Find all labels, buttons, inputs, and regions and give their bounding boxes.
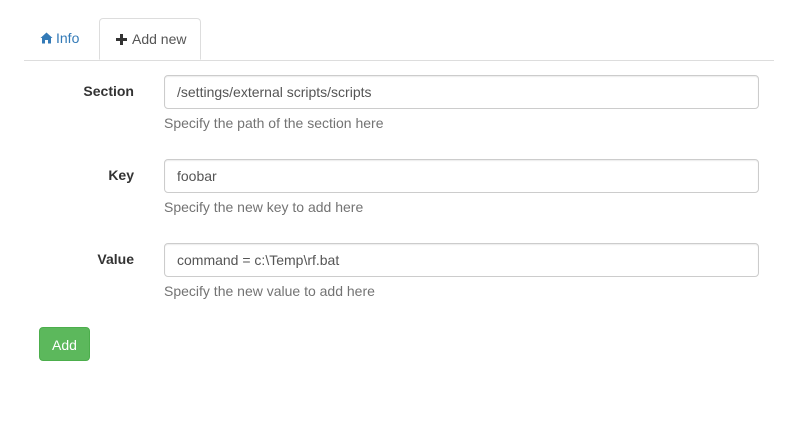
section-help-text: Specify the path of the section here <box>164 115 384 131</box>
section-label: Section <box>83 83 134 99</box>
tab-info-label: Info <box>56 30 80 46</box>
tab-bar: Info Add new <box>24 18 774 61</box>
add-button[interactable]: Add <box>39 327 90 361</box>
plus-icon <box>116 20 129 60</box>
key-input[interactable] <box>164 159 759 193</box>
tab-add-new[interactable]: Add new <box>99 18 201 60</box>
value-input[interactable] <box>164 243 759 277</box>
value-label: Value <box>97 251 134 267</box>
tab-info[interactable]: Info <box>24 18 98 59</box>
home-icon <box>40 19 53 59</box>
section-input[interactable] <box>164 75 759 109</box>
section-form-group: Section Specify the path of the section … <box>0 75 795 145</box>
key-form-group: Key Specify the new key to add here <box>0 159 795 229</box>
value-help-text: Specify the new value to add here <box>164 283 375 299</box>
key-label: Key <box>108 167 134 183</box>
value-form-group: Value Specify the new value to add here <box>0 243 795 313</box>
tab-add-new-label: Add new <box>132 31 187 47</box>
key-help-text: Specify the new key to add here <box>164 199 364 215</box>
